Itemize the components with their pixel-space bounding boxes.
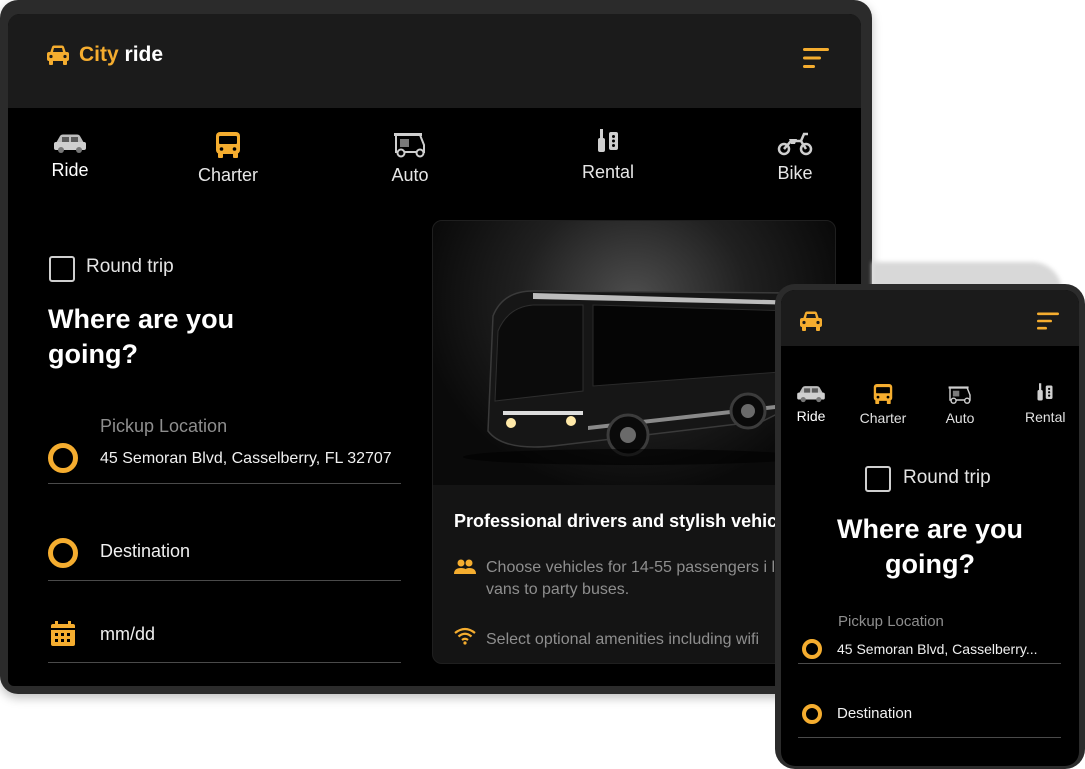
tab-auto[interactable]: Auto (945, 385, 975, 426)
card-feature-passengers: Choose vehicles for 14-55 passengers i l… (486, 559, 815, 598)
brand-name-part1: City (79, 43, 119, 66)
destination-input[interactable]: Destination (100, 541, 190, 562)
people-icon (454, 559, 476, 574)
tab-rental[interactable]: Rental (578, 128, 638, 183)
tab-ride[interactable]: Ride (795, 384, 827, 424)
menu-icon[interactable] (1037, 312, 1059, 330)
tab-auto[interactable]: Auto (388, 131, 432, 186)
bus-icon (873, 384, 893, 404)
brand-name-part2: ride (118, 43, 164, 66)
destination-underline (798, 737, 1061, 738)
car-icon (54, 134, 86, 153)
tab-rental[interactable]: Rental (1025, 382, 1065, 425)
tab-auto-label: Auto (945, 410, 975, 426)
tab-charter-label: Charter (197, 165, 259, 185)
tab-bike-label: Bike (777, 163, 813, 183)
destination-input[interactable]: Destination (837, 705, 912, 722)
page-title-line2: going? (885, 549, 975, 579)
auto-rickshaw-icon (394, 133, 425, 158)
auto-rickshaw-icon (948, 386, 971, 404)
wifi-icon (454, 627, 476, 645)
page-title-line1: Where are you (836, 514, 1024, 544)
round-trip-checkbox[interactable] (865, 466, 891, 492)
tablet-screen: City ride Ride Charter Auto Rental Bike … (8, 14, 861, 686)
page-title: Where are you going? (781, 512, 1079, 582)
destination-underline (48, 580, 401, 581)
car-logo-icon[interactable] (799, 310, 823, 332)
key-icon (1037, 383, 1053, 401)
tab-ride[interactable]: Ride (43, 132, 97, 181)
motorbike-icon (777, 132, 813, 156)
pickup-input[interactable]: 45 Semoran Blvd, Casselberry, FL 32707 (100, 450, 392, 468)
tab-charter[interactable]: Charter (857, 383, 909, 426)
tab-ride-label: Ride (51, 160, 89, 180)
app-header: City ride (8, 14, 861, 108)
pickup-label: Pickup Location (100, 416, 228, 436)
destination-marker-icon (48, 538, 78, 568)
round-trip-label: Round trip (903, 467, 991, 488)
tab-charter-label: Charter (859, 410, 907, 426)
card-feature-amenities: Select optional amenities including wifi (486, 631, 760, 648)
pickup-input[interactable]: 45 Semoran Blvd, Casselberry... (837, 641, 1038, 657)
phone-screen: Ride Charter Auto Rental Round trip Wher… (781, 290, 1079, 766)
phone-app-header (781, 290, 1079, 346)
tab-ride-label: Ride (796, 408, 826, 424)
menu-icon[interactable] (803, 47, 829, 69)
car-icon (797, 386, 825, 403)
pickup-marker-icon (48, 443, 78, 473)
tab-rental-label: Rental (1025, 409, 1066, 425)
card-title: Professional drivers and stylish vehic (454, 511, 778, 531)
date-underline (48, 662, 401, 663)
page-title: Where are you going? (48, 304, 235, 369)
phone-device: Ride Charter Auto Rental Round trip Wher… (775, 284, 1085, 769)
tab-charter[interactable]: Charter (190, 131, 266, 186)
brand-name[interactable]: City ride (79, 43, 163, 67)
round-trip-checkbox[interactable] (49, 256, 75, 282)
pickup-label: Pickup Location (838, 613, 944, 630)
destination-marker-icon (802, 704, 822, 724)
calendar-icon (51, 621, 75, 646)
round-trip-label: Round trip (86, 256, 174, 277)
bus-icon (216, 132, 240, 158)
tab-auto-label: Auto (391, 165, 429, 185)
pickup-underline (798, 663, 1061, 664)
pickup-underline (48, 483, 401, 484)
date-input[interactable]: mm/dd (100, 624, 155, 645)
car-logo-icon (47, 45, 69, 65)
key-icon (598, 129, 618, 152)
tablet-device: City ride Ride Charter Auto Rental Bike … (0, 0, 872, 694)
tab-rental-label: Rental (581, 162, 635, 182)
tab-bike[interactable]: Bike (773, 131, 817, 184)
pickup-marker-icon (802, 639, 822, 659)
